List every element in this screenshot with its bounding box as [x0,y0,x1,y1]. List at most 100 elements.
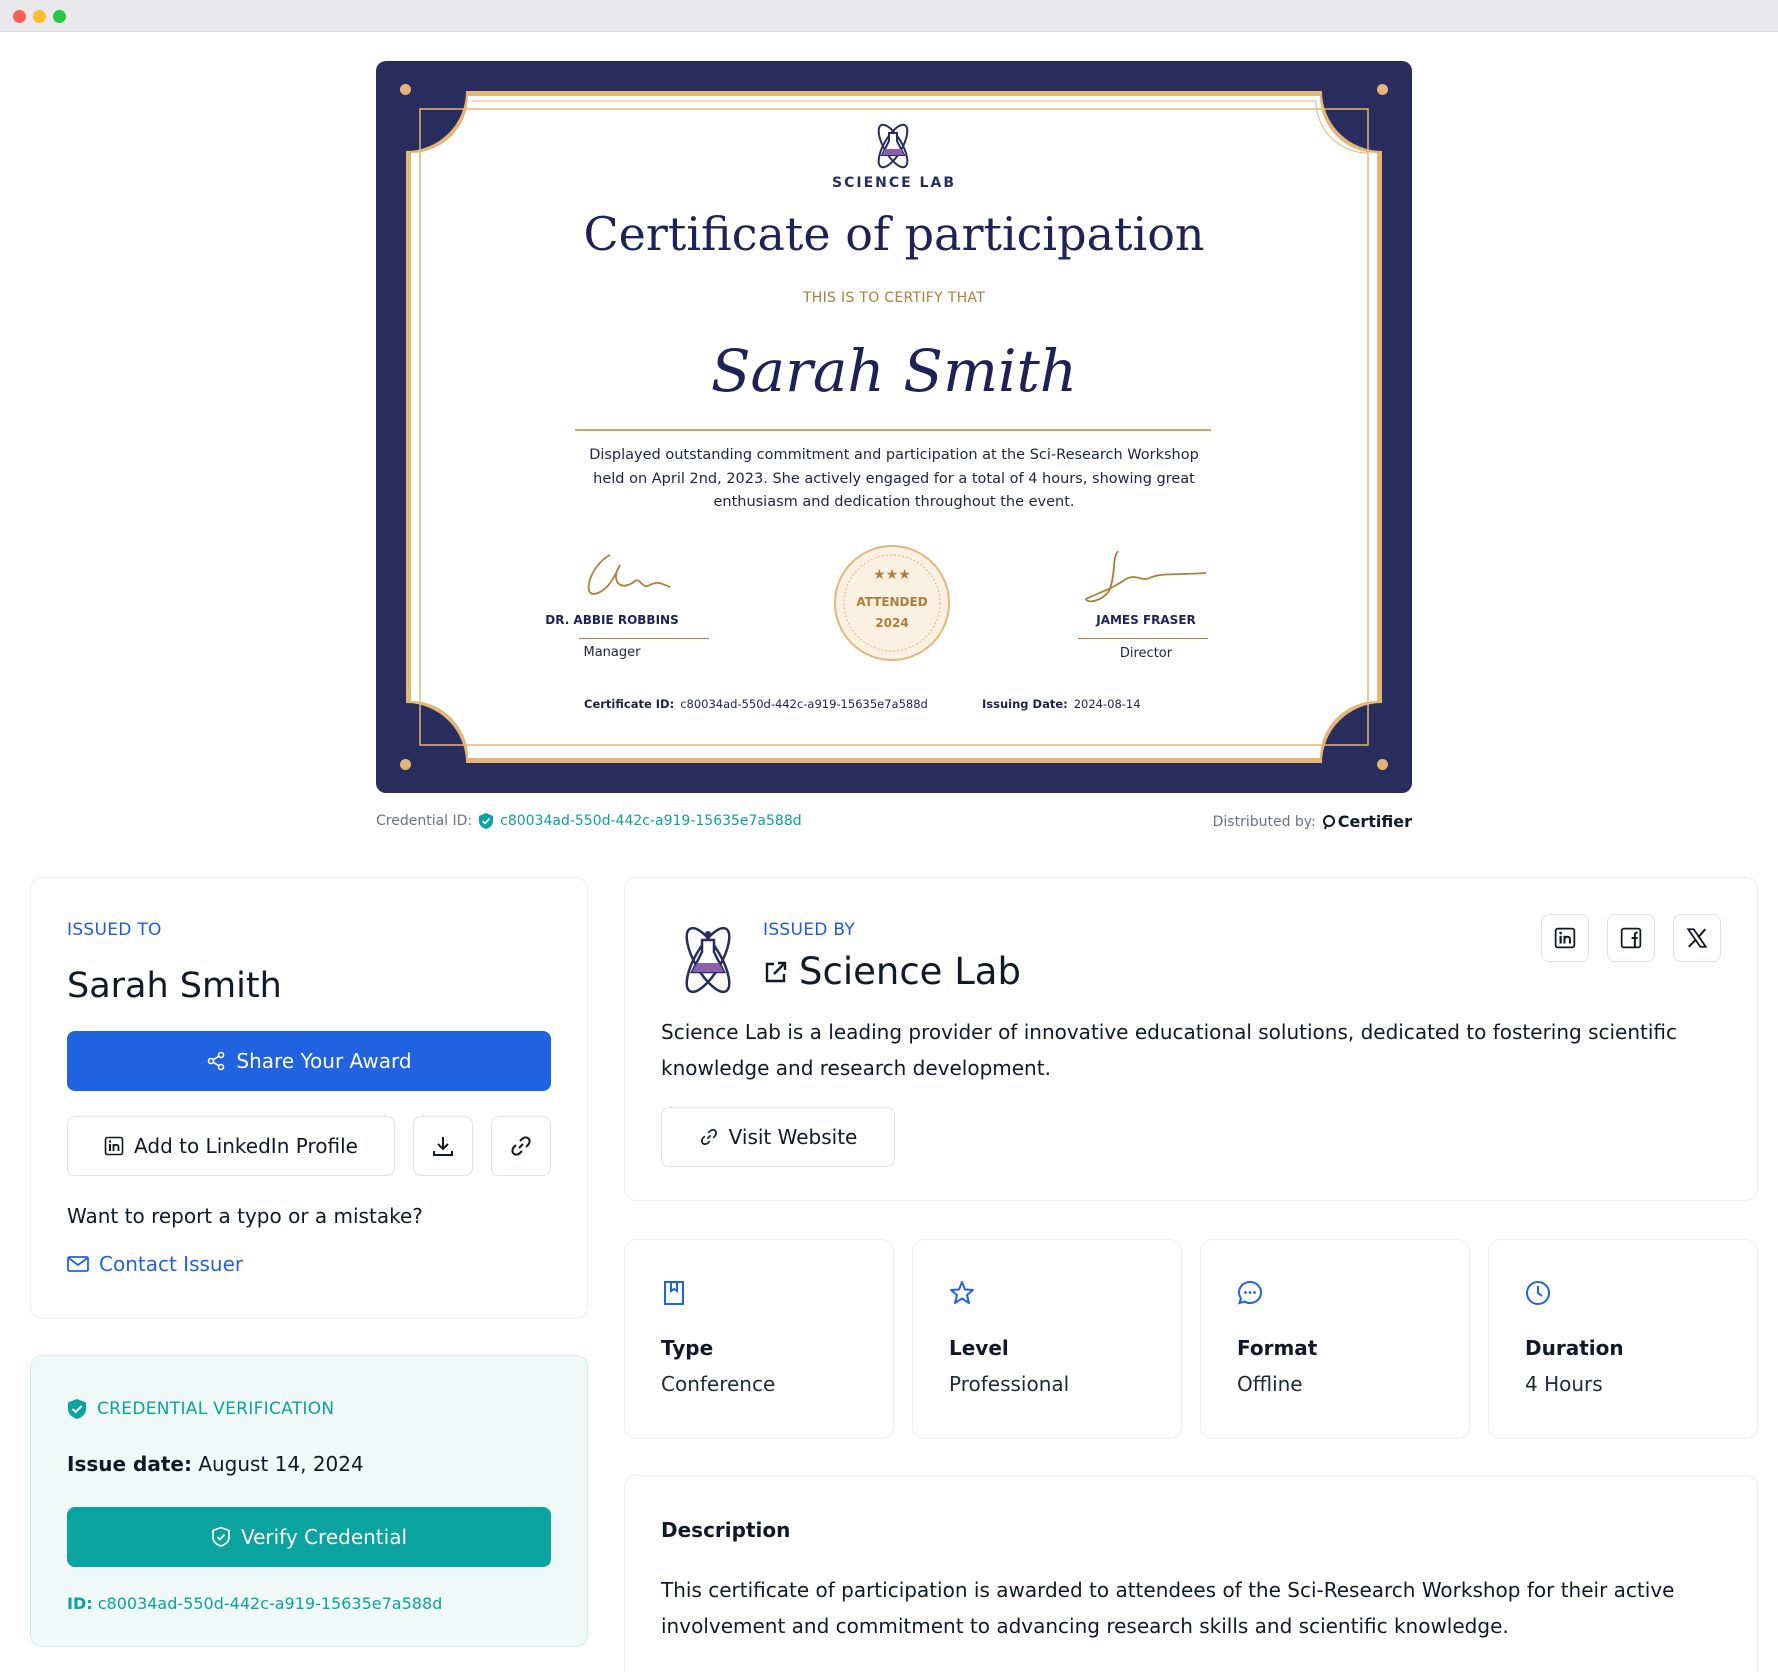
verification-id-label: ID: [67,1594,93,1613]
verified-shield-icon [68,1399,86,1419]
stat-value: Conference [661,1372,776,1396]
window-title-bar [0,0,1778,32]
science-lab-logo-icon [685,926,731,994]
right-signer-name: JAMES FRASER [1096,613,1196,627]
seal-stars: ★★★ [873,567,911,583]
left-signer-name: DR. ABBIE ROBBINS [545,613,679,627]
stat-card-level: Level Professional [912,1239,1182,1439]
issuer-name: Science Lab [799,950,1021,993]
certifier-logo-icon [1322,814,1335,829]
linkedin-icon [104,1136,124,1156]
left-signature-icon [587,554,671,595]
contact-issuer-label: Contact Issuer [99,1252,244,1276]
description-heading: Description [661,1518,791,1542]
verify-credential-button[interactable]: Verify Credential [67,1507,551,1567]
recipient-name: Sarah Smith [67,966,282,1006]
credential-verification-card: CREDENTIAL VERIFICATION Issue date: Augu… [30,1355,588,1647]
stat-card-duration: Duration 4 Hours [1488,1239,1758,1439]
certificate-org-name: SCIENCE LAB [832,175,956,191]
stat-value: 4 Hours [1525,1372,1603,1396]
issue-date-value: August 14, 2024 [198,1452,364,1476]
visit-website-button[interactable]: Visit Website [661,1107,895,1167]
right-signer-role: Director [1119,646,1173,661]
issuing-date-value: 2024-08-14 [1073,697,1141,711]
verification-eyebrow: CREDENTIAL VERIFICATION [97,1399,335,1419]
issued-to-eyebrow: ISSUED TO [67,920,162,940]
chat-bubble-icon [1237,1280,1263,1305]
description-text: This certificate of participation is awa… [661,1578,1675,1638]
maximize-window-button[interactable] [53,10,66,23]
share-linkedin-button[interactable] [1541,914,1589,962]
verification-id-value[interactable]: c80034ad-550d-442c-a919-15635e7a588d [98,1594,443,1613]
stat-label: Level [949,1336,1009,1360]
left-signature-line [579,638,709,639]
share-award-button[interactable]: Share Your Award [67,1031,551,1091]
certificate-image: SCIENCE LAB Certificate of participation… [376,61,1412,793]
share-award-label: Share Your Award [236,1049,412,1073]
download-button[interactable] [413,1116,473,1176]
share-x-button[interactable] [1673,914,1721,962]
distributed-by: Distributed by: Certifier [1213,812,1412,831]
issued-by-eyebrow: ISSUED BY [763,920,856,940]
credential-id-link[interactable]: c80034ad-550d-442c-a919-15635e7a588d [500,813,801,829]
clock-icon [1526,1281,1550,1305]
stat-card-type: Type Conference [624,1239,894,1439]
share-icon [208,1051,225,1071]
verified-shield-icon [479,813,494,829]
visit-website-label: Visit Website [728,1125,858,1149]
certificate-id-row: Certificate ID: c80034ad-550d-442c-a919-1… [584,697,928,711]
left-signer-role: Manager [583,645,641,660]
right-signature-line [1078,638,1208,639]
stat-value: Offline [1237,1372,1303,1396]
certificate-recipient-name: Sarah Smith [710,337,1078,405]
stat-value: Professional [949,1372,1070,1396]
issue-date-label: Issue date: [67,1452,192,1476]
external-link-icon [765,961,787,982]
right-signature-icon [1084,550,1207,603]
distributed-by-label: Distributed by: [1212,813,1316,830]
stat-card-format: Format Offline [1200,1239,1470,1439]
copy-link-button[interactable] [491,1116,551,1176]
stat-label: Type [661,1336,714,1360]
close-window-button[interactable] [13,10,26,23]
link-icon [700,1129,717,1145]
certificate-description: Displayed outstanding commitment and par… [589,447,1199,510]
issuer-about: Science Lab is a leading provider of inn… [661,1020,1678,1080]
certifier-brand[interactable]: Certifier [1322,812,1412,831]
certificate-id-value: c80034ad-550d-442c-a919-15635e7a588d [680,697,928,711]
verification-id-row: ID: c80034ad-550d-442c-a919-15635e7a588d [67,1594,442,1613]
name-underline [575,429,1211,431]
verification-header: CREDENTIAL VERIFICATION [67,1398,334,1420]
share-facebook-button[interactable] [1607,914,1655,962]
description-card: Description This certificate of particip… [624,1475,1758,1672]
issuing-date-label: Issuing Date: [982,697,1068,711]
certificate-title: Certificate of participation [583,207,1205,261]
add-to-linkedin-label: Add to LinkedIn Profile [134,1134,358,1158]
credential-id-bar: Credential ID: c80034ad-550d-442c-a919-1… [376,812,802,830]
star-icon [950,1281,974,1304]
issued-by-card: ISSUED BY Science Lab Science Lab is a l… [624,877,1758,1201]
contact-issuer-link[interactable]: Contact Issuer [67,1252,243,1276]
linkedin-icon [1554,927,1576,949]
credential-id-label: Credential ID: [376,813,473,829]
certificate-id-label: Certificate ID: [584,697,675,711]
certificate-subtitle: THIS IS TO CERTIFY THAT [802,290,986,306]
facebook-icon [1620,927,1642,949]
download-icon [433,1137,453,1156]
issued-to-card: ISSUED TO Sarah Smith Share Your Award A… [30,877,588,1319]
link-icon [511,1136,531,1156]
stat-label: Duration [1525,1336,1624,1360]
stat-label: Format [1237,1336,1318,1360]
seal-text-line1: ATTENDED [856,595,928,609]
certifier-brand-name: Certifier [1337,812,1412,831]
report-typo-text: Want to report a typo or a mistake? [67,1204,423,1228]
shield-check-icon [212,1526,230,1547]
science-lab-logo-icon [877,123,909,169]
add-to-linkedin-button[interactable]: Add to LinkedIn Profile [67,1116,395,1176]
minimize-window-button[interactable] [33,10,46,23]
bookmark-icon [664,1281,684,1305]
mail-icon [67,1256,89,1272]
issue-date-row: Issue date: August 14, 2024 [67,1452,364,1476]
issuer-name-link[interactable]: Science Lab [763,950,1021,993]
verify-credential-label: Verify Credential [240,1525,408,1549]
